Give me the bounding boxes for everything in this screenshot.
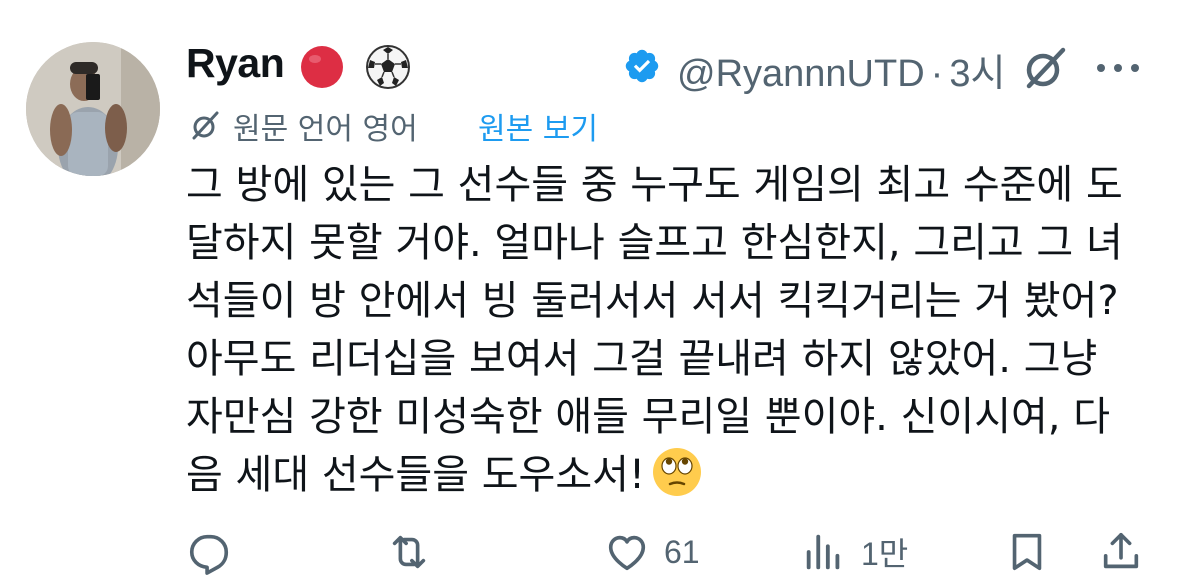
translation-notice: 원문 언어 영어 원본 보기 — [188, 104, 888, 148]
timestamp[interactable]: 3시 — [949, 53, 1005, 95]
face-with-rolling-eyes-icon — [652, 448, 701, 496]
grok-translate-icon — [192, 111, 219, 140]
tweet-text: 그 방에 있는 그 선수들 중 누구도 게임의 최고 수준에 도 달하지 못할 … — [186, 156, 1146, 504]
heart-icon — [608, 535, 646, 571]
repost-icon — [392, 535, 426, 569]
action-bar: 61 1만 — [186, 526, 1146, 578]
translation-source-label: 원문 언어 영어 — [233, 112, 418, 147]
avatar-photo — [26, 42, 160, 176]
display-name[interactable]: Ryan — [186, 40, 285, 87]
bookmark-icon — [1012, 533, 1042, 571]
like-button[interactable]: 61 — [604, 526, 700, 578]
tweet-header: Ryan @RyannnUTD · 3시 — [186, 38, 1166, 98]
repost-button[interactable] — [386, 526, 446, 578]
handle-and-time: @RyannnUTD · 3시 — [677, 42, 1005, 97]
views-button[interactable]: 1만 — [801, 526, 908, 578]
more-options-icon[interactable] — [1095, 56, 1141, 80]
separator-dot: · — [930, 53, 944, 95]
tweet-text-line: 그 방에 있는 그 선수들 중 누구도 게임의 최고 수준에 도 — [186, 162, 1123, 208]
tweet-text-line: 달하지 못할 거야. 얼마나 슬프고 한심한지, 그리고 그 녀 — [186, 220, 1123, 266]
grok-icon[interactable] — [1019, 42, 1071, 94]
user-handle[interactable]: @RyannnUTD — [677, 53, 925, 95]
tweet-text-line: 음 세대 선수들을 도우소서! — [186, 452, 645, 498]
tweet-text-line: 아무도 리더십을 보여서 그걸 끝내려 하지 않았어. 그냥 — [186, 336, 1098, 382]
red-circle-icon — [301, 46, 343, 88]
avatar[interactable] — [26, 42, 160, 176]
reply-button[interactable] — [186, 526, 246, 578]
tweet-text-line: 석들이 방 안에서 빙 둘러서서 서서 킥킥거리는 거 봤어? — [186, 278, 1119, 324]
like-count: 61 — [664, 533, 700, 570]
share-button[interactable] — [1098, 526, 1144, 578]
bookmark-button[interactable] — [1004, 526, 1050, 578]
show-original-link[interactable]: 원본 보기 — [478, 104, 598, 148]
soccer-ball-icon — [366, 45, 410, 89]
tweet-text-last-line: 음 세대 선수들을 도우소서! — [186, 446, 1146, 504]
verified-badge-icon[interactable] — [623, 47, 661, 85]
views-chart-icon — [806, 534, 840, 570]
share-icon — [1103, 532, 1139, 569]
views-count: 1만 — [861, 536, 909, 572]
reply-icon — [189, 534, 229, 575]
tweet-text-line: 자만심 강한 미성숙한 애들 무리일 뿐이야. 신이시여, 다 — [186, 394, 1111, 440]
